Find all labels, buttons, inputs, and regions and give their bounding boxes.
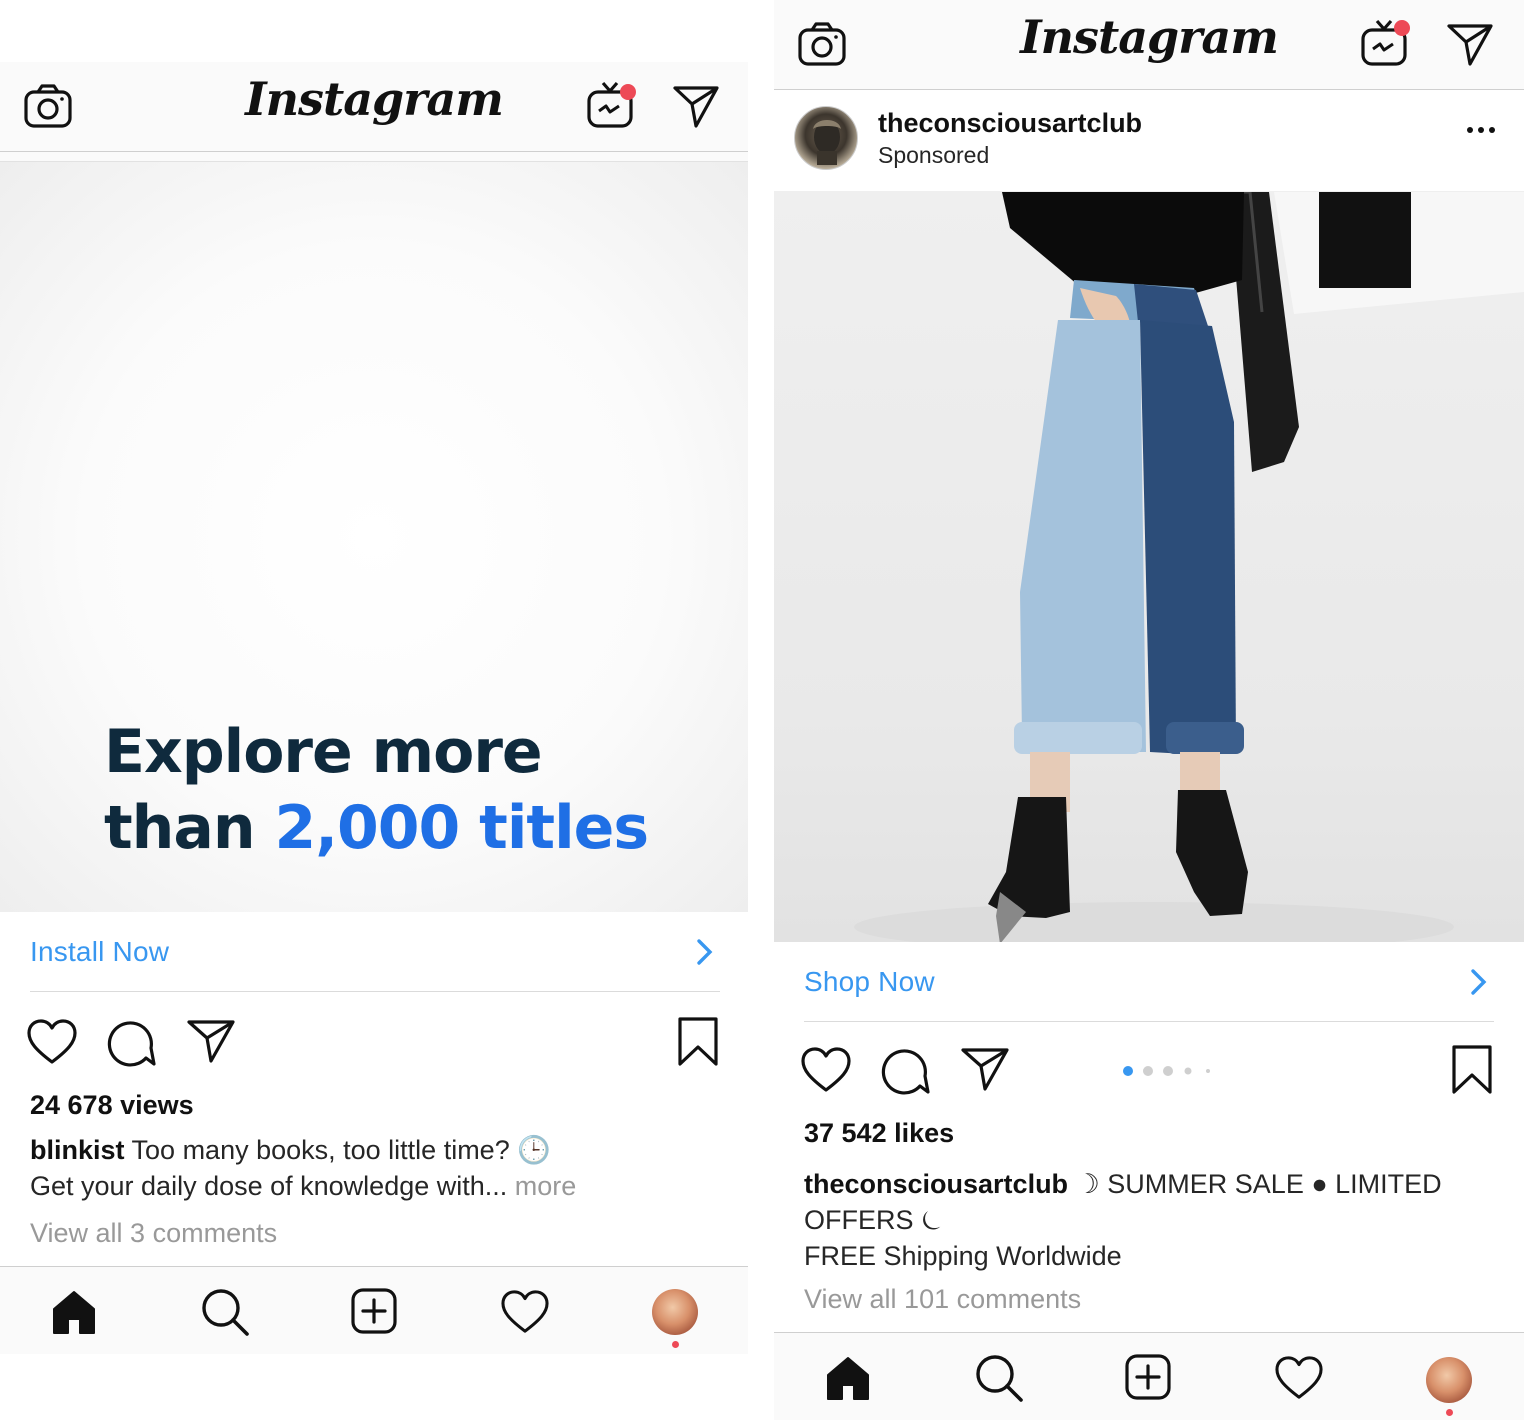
top-navigation-bar: Instagram bbox=[0, 62, 748, 152]
post-header: theconsciousartclub Sponsored bbox=[774, 90, 1524, 192]
add-post-icon[interactable] bbox=[1124, 1353, 1172, 1401]
caption-more-link[interactable]: more bbox=[515, 1171, 577, 1201]
caption-username[interactable]: blinkist bbox=[30, 1135, 125, 1165]
caption-line3: FREE Shipping Worldwide bbox=[804, 1241, 1122, 1271]
caption-text-line1: ☽ SUMMER SALE ● LIMITED bbox=[1075, 1169, 1442, 1199]
carousel-indicator bbox=[1123, 1066, 1210, 1076]
right-screen: Instagram theconsciousartclub Sponsored bbox=[774, 0, 1524, 1420]
product-photo[interactable] bbox=[774, 192, 1524, 942]
post-actions bbox=[0, 1006, 748, 1076]
add-post-icon[interactable] bbox=[350, 1287, 398, 1335]
bottom-tab-bar bbox=[0, 1266, 748, 1354]
caption-line1: theconsciousartclub ☽ SUMMER SALE ● LIMI… bbox=[804, 1166, 1442, 1202]
comment-icon[interactable] bbox=[880, 1046, 932, 1098]
left-screen: Instagram Explore more than 2,000 titles… bbox=[0, 62, 748, 1354]
share-icon[interactable] bbox=[186, 1018, 236, 1064]
ad-headline-line2: than 2,000 titles bbox=[104, 790, 650, 866]
heart-icon[interactable] bbox=[800, 1046, 852, 1094]
profile-notification-dot bbox=[1446, 1409, 1453, 1416]
profile-avatar[interactable] bbox=[1426, 1357, 1472, 1403]
instagram-logo: Instagram bbox=[1020, 10, 1279, 64]
igtv-notification-dot bbox=[620, 84, 636, 100]
views-count[interactable]: 24 678 views bbox=[30, 1090, 194, 1121]
direct-message-icon[interactable] bbox=[1446, 22, 1494, 66]
ad-headline-highlight: 2,000 titles bbox=[274, 793, 650, 863]
search-icon[interactable] bbox=[200, 1287, 250, 1337]
ad-creative[interactable]: Explore more than 2,000 titles bbox=[0, 162, 748, 912]
carousel-dot bbox=[1163, 1066, 1173, 1076]
carousel-dot bbox=[1206, 1069, 1210, 1073]
carousel-dot bbox=[1143, 1066, 1153, 1076]
more-options-icon[interactable] bbox=[1466, 126, 1496, 134]
caption-text-line1: Too many books, too little time? 🕒 bbox=[131, 1135, 551, 1165]
shop-now-label: Shop Now bbox=[804, 966, 935, 997]
carousel-dot bbox=[1184, 1067, 1192, 1075]
top-navigation-bar: Instagram bbox=[774, 0, 1524, 90]
bookmark-icon[interactable] bbox=[1450, 1044, 1494, 1096]
sculpture-avatar-image bbox=[813, 120, 841, 165]
header-divider bbox=[0, 152, 748, 162]
igtv-notification-dot bbox=[1394, 20, 1410, 36]
view-all-comments[interactable]: View all 101 comments bbox=[804, 1284, 1081, 1315]
chevron-right-icon bbox=[1471, 969, 1487, 995]
search-icon[interactable] bbox=[974, 1353, 1024, 1403]
comment-icon[interactable] bbox=[106, 1018, 158, 1070]
ad-headline: Explore more than 2,000 titles bbox=[104, 714, 650, 866]
view-all-comments[interactable]: View all 3 comments bbox=[30, 1218, 277, 1249]
ad-headline-line1: Explore more bbox=[104, 717, 543, 787]
bottom-tab-bar bbox=[774, 1332, 1524, 1420]
home-icon[interactable] bbox=[50, 1289, 98, 1335]
activity-heart-icon[interactable] bbox=[500, 1289, 550, 1335]
chevron-right-icon bbox=[697, 939, 713, 965]
sponsored-label: Sponsored bbox=[878, 142, 990, 168]
caption-line2: Get your daily dose of knowledge with...… bbox=[30, 1168, 576, 1204]
bookmark-icon[interactable] bbox=[676, 1016, 720, 1068]
ad-headline-prefix: than bbox=[104, 793, 256, 863]
caption-text-line2: Get your daily dose of knowledge with... bbox=[30, 1171, 508, 1201]
carousel-dot bbox=[1123, 1066, 1133, 1076]
share-icon[interactable] bbox=[960, 1046, 1010, 1092]
heart-icon[interactable] bbox=[26, 1018, 78, 1066]
install-now-label: Install Now bbox=[30, 936, 170, 967]
caption-line1: blinkist Too many books, too little time… bbox=[30, 1132, 576, 1168]
profile-avatar[interactable] bbox=[652, 1289, 698, 1335]
post-caption: blinkist Too many books, too little time… bbox=[30, 1132, 576, 1204]
install-now-bar[interactable]: Install Now bbox=[30, 914, 720, 992]
caption-username[interactable]: theconsciousartclub bbox=[804, 1169, 1068, 1199]
profile-notification-dot bbox=[672, 1341, 679, 1348]
caption-line2: OFFERS ⏾ bbox=[804, 1205, 943, 1235]
post-caption: theconsciousartclub ☽ SUMMER SALE ● LIMI… bbox=[804, 1166, 1442, 1274]
jeans-photo-illustration bbox=[854, 192, 1524, 942]
author-username[interactable]: theconsciousartclub bbox=[878, 108, 1142, 139]
direct-message-icon[interactable] bbox=[672, 84, 720, 128]
likes-count[interactable]: 37 542 likes bbox=[804, 1118, 954, 1149]
activity-heart-icon[interactable] bbox=[1274, 1355, 1324, 1401]
instagram-logo: Instagram bbox=[245, 72, 504, 126]
author-avatar[interactable] bbox=[794, 106, 858, 170]
home-icon[interactable] bbox=[824, 1355, 872, 1401]
shop-now-bar[interactable]: Shop Now bbox=[804, 944, 1494, 1022]
